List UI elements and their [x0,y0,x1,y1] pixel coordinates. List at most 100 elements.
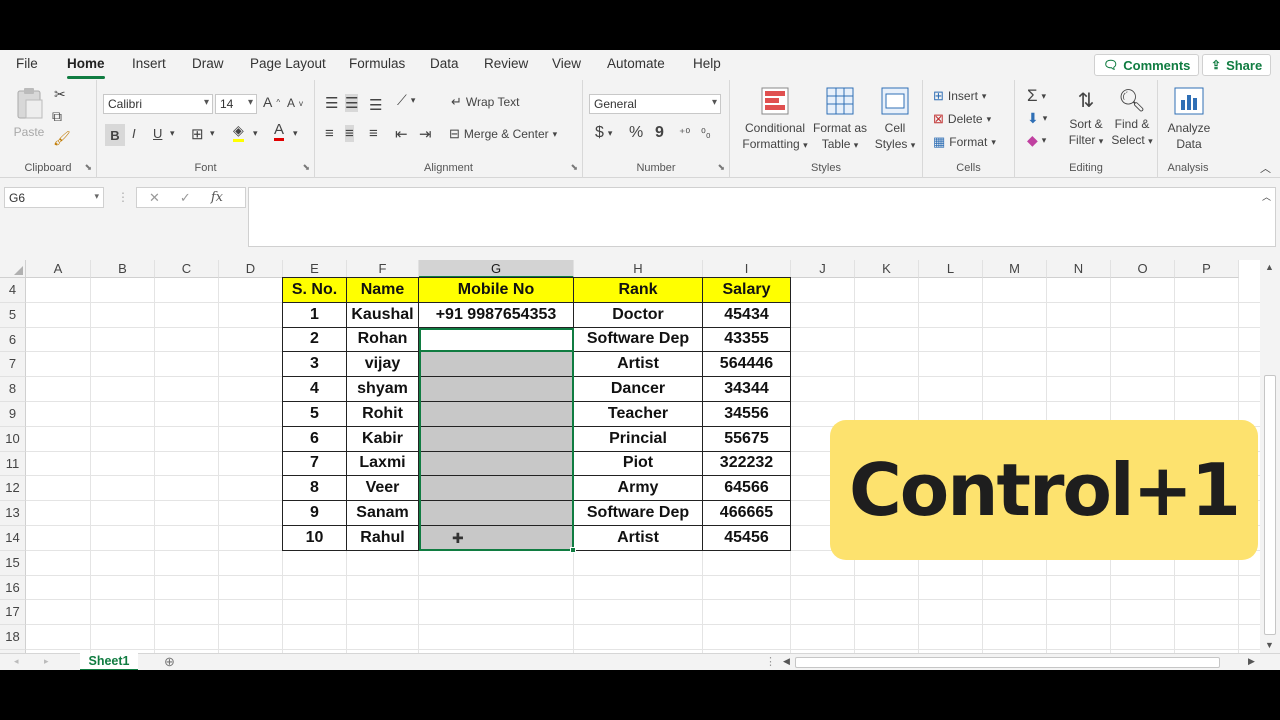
prev-sheet-icon[interactable]: ◂ [14,656,19,667]
column-header-a[interactable]: A [26,260,91,278]
cancel-icon[interactable]: ✕ [149,190,160,206]
find-select-button[interactable]: 🔍︎ Find & Select ▾ [1109,86,1155,149]
table-cell-rank[interactable]: Dancer [574,377,703,402]
cut-icon[interactable]: ✂ [54,86,66,103]
decrease-decimal-icon[interactable]: ⁰₀ [701,126,711,140]
italic-button[interactable]: I [132,126,136,141]
next-sheet-icon[interactable]: ▸ [44,656,49,667]
table-cell-rank[interactable]: Piot [574,451,703,477]
enter-icon[interactable]: ✓ [180,190,191,206]
table-cell-salary[interactable]: 43355 [703,327,791,353]
table-cell-mobile[interactable] [419,526,574,551]
tab-insert[interactable]: Insert [132,56,166,71]
launcher-icon[interactable]: ⬊ [302,162,310,173]
table-cell-name[interactable]: Rahul [347,526,419,551]
table-cell-sno[interactable]: 4 [283,377,347,402]
align-center-icon[interactable]: ≡ [345,125,354,142]
launcher-icon[interactable]: ⬊ [84,162,92,173]
table-cell-rank[interactable]: Software Dep [574,501,703,526]
row-header-15[interactable]: 15 [0,550,26,576]
column-header-p[interactable]: P [1175,260,1239,278]
table-cell-name[interactable]: Kaushal [347,302,419,328]
number-format-select[interactable]: General ▾ [589,94,721,114]
table-cell-mobile[interactable] [419,352,574,378]
column-header-g[interactable]: G [419,260,574,278]
formula-input[interactable] [248,187,1276,247]
table-cell-salary[interactable]: 564446 [703,352,791,378]
column-header-m[interactable]: M [983,260,1047,278]
table-cell-sno[interactable]: 7 [283,451,347,477]
sort-filter-button[interactable]: ⇅ Sort & Filter ▾ [1063,86,1109,149]
font-size-select[interactable]: 14 ▾ [215,94,257,114]
table-cell-mobile[interactable] [419,476,574,502]
format-cells-button[interactable]: ▦ Format ▾ [933,134,996,150]
increase-decimal-icon[interactable]: ⁺⁰ [679,126,690,140]
cell-styles-button[interactable]: Cell Styles ▾ [870,86,920,153]
fill-handle[interactable] [570,546,576,553]
table-cell-sno[interactable]: 9 [283,501,347,526]
increase-indent-icon[interactable]: ⇥ [419,125,432,143]
underline-button[interactable]: U [153,126,162,141]
table-header-name[interactable]: Name [347,278,419,303]
row-header-16[interactable]: 16 [0,575,26,601]
scroll-up-icon[interactable]: ▲ [1265,262,1274,272]
scroll-right-icon[interactable]: ▶ [1248,656,1255,667]
table-cell-name[interactable]: Rohan [347,327,419,353]
table-cell-sno[interactable]: 6 [283,426,347,452]
vertical-scrollbar[interactable]: ▲ ▼ [1260,260,1280,653]
column-header-k[interactable]: K [855,260,919,278]
table-cell-name[interactable]: shyam [347,377,419,402]
table-cell-sno[interactable]: 8 [283,476,347,502]
align-middle-icon[interactable]: ☰ [345,94,359,112]
table-cell-name[interactable]: Sanam [347,501,419,526]
row-header-4[interactable]: 4 [0,278,26,303]
row-header-9[interactable]: 9 [0,402,26,427]
column-header-f[interactable]: F [347,260,419,278]
share-button[interactable]: ⇪ Share [1202,54,1272,76]
tab-page-layout[interactable]: Page Layout [250,56,326,71]
tab-draw[interactable]: Draw [192,56,224,71]
comma-button[interactable]: 9 [655,124,664,142]
tab-help[interactable]: Help [693,56,721,71]
border-icon[interactable]: ⊞ [191,125,204,143]
row-header-5[interactable]: 5 [0,302,26,328]
chevron-down-icon[interactable]: ▾ [170,128,175,139]
insert-cells-button[interactable]: ⊞ Insert ▾ [933,88,986,104]
format-as-table-button[interactable]: Format as Table ▾ [812,86,868,153]
column-header-h[interactable]: H [574,260,703,278]
percent-button[interactable]: % [629,124,643,142]
row-header-7[interactable]: 7 [0,352,26,378]
insert-function-icon[interactable]: fx [211,190,223,205]
row-header-18[interactable]: 18 [0,625,26,650]
bold-button[interactable]: B [105,124,125,146]
currency-button[interactable]: $ ▾ [595,124,612,142]
paste-button[interactable]: Paste [10,86,48,140]
table-cell-sno[interactable]: 3 [283,352,347,378]
column-header-d[interactable]: D [219,260,283,278]
table-cell-name[interactable]: vijay [347,352,419,378]
row-header-8[interactable]: 8 [0,377,26,402]
table-cell-name[interactable]: Veer [347,476,419,502]
column-header-e[interactable]: E [283,260,347,278]
table-header-rank[interactable]: Rank [574,278,703,303]
table-cell-mobile[interactable] [419,426,574,452]
collapse-ribbon-icon[interactable]: ︿ [1260,160,1271,176]
grow-font-button[interactable]: A ^ [263,94,280,110]
fill-color-icon[interactable]: ◈ [233,122,244,142]
decrease-indent-icon[interactable]: ⇤ [395,125,408,143]
analyze-data-button[interactable]: Analyze Data [1164,86,1214,152]
tab-view[interactable]: View [552,56,581,71]
table-cell-salary[interactable]: 466665 [703,501,791,526]
table-cell-rank[interactable]: Doctor [574,302,703,328]
autosum-button[interactable]: Σ ▾ [1027,86,1046,106]
delete-cells-button[interactable]: ⊠ Delete ▾ [933,111,991,127]
chevron-down-icon[interactable]: ▾ [210,128,215,139]
copy-icon[interactable]: ⧉ [52,108,62,125]
add-sheet-icon[interactable]: ⊕ [164,654,175,670]
table-cell-sno[interactable]: 5 [283,402,347,427]
table-cell-name[interactable]: Rohit [347,402,419,427]
select-all-corner[interactable] [0,260,26,278]
table-cell-salary[interactable]: 34344 [703,377,791,402]
table-cell-salary[interactable]: 34556 [703,402,791,427]
launcher-icon[interactable]: ⬊ [570,162,578,173]
